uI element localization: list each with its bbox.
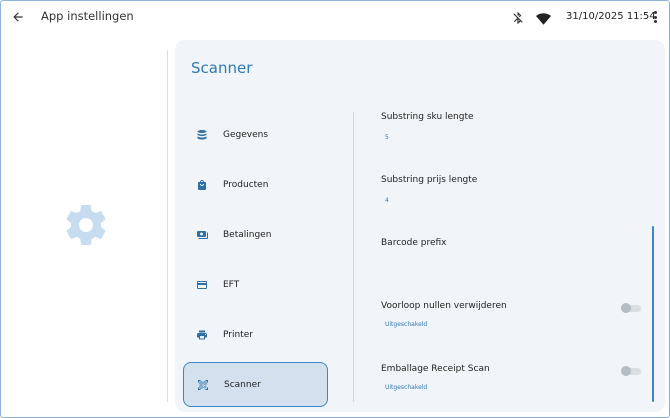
setting-value: 5 xyxy=(385,134,389,141)
nav-item-betalingen[interactable]: Betalingen xyxy=(183,212,328,257)
status-datetime: 31/10/2025 11:54 xyxy=(566,11,656,22)
setting-label: Substring prijs lengte xyxy=(381,175,478,185)
nav-item-label: EFT xyxy=(223,279,240,290)
settings-gear-icon xyxy=(62,201,110,249)
credit-card-icon xyxy=(195,278,209,292)
toggle-switch[interactable] xyxy=(621,303,641,313)
nav-item-gegevens[interactable]: Gegevens xyxy=(183,112,328,157)
nav-item-producten[interactable]: Producten xyxy=(183,162,328,207)
back-button[interactable] xyxy=(8,7,28,27)
setting-substring-prijs-lengte[interactable]: Substring prijs lengte 4 xyxy=(381,175,651,204)
toggle-switch[interactable] xyxy=(621,366,641,376)
nav-item-label: Gegevens xyxy=(223,129,269,140)
scrollbar[interactable] xyxy=(652,226,654,402)
nav-item-printer[interactable]: Printer xyxy=(183,312,328,357)
setting-label: Substring sku lengte xyxy=(381,112,474,122)
setting-label: Voorloop nullen verwijderen xyxy=(381,301,507,311)
payments-icon xyxy=(195,228,209,242)
wifi-icon xyxy=(536,10,551,26)
setting-value: Uitgeschakeld xyxy=(385,321,428,328)
page-title: App instellingen xyxy=(41,9,134,23)
column-divider xyxy=(353,112,354,402)
bluetooth-disabled-icon xyxy=(511,10,525,26)
setting-barcode-prefix[interactable]: Barcode prefix xyxy=(381,238,651,248)
nav-item-scanner[interactable]: Scanner xyxy=(183,362,328,407)
settings-card: Scanner Gegevens Producten Betalingen EF… xyxy=(175,40,665,412)
section-divider xyxy=(167,50,168,402)
nav-item-label: Scanner xyxy=(224,379,261,390)
more-vert-icon xyxy=(653,11,657,14)
setting-value: 4 xyxy=(385,197,389,204)
setting-value: Uitgeschakeld xyxy=(385,384,428,391)
setting-voorloop-nullen-verwijderen[interactable]: Voorloop nullen verwijderen Uitgeschakel… xyxy=(381,301,651,328)
setting-emballage-receipt-scan[interactable]: Emballage Receipt Scan Uitgeschakeld xyxy=(381,364,651,391)
setting-label: Emballage Receipt Scan xyxy=(381,364,490,374)
nav-item-label: Printer xyxy=(223,329,253,340)
printer-icon xyxy=(195,328,209,342)
nav-item-label: Betalingen xyxy=(223,229,272,240)
nav-item-label: Producten xyxy=(223,179,269,190)
setting-label: Barcode prefix xyxy=(381,238,447,248)
qr-code-scanner-icon xyxy=(196,378,210,392)
database-icon xyxy=(195,128,209,142)
arrow-left-icon xyxy=(13,12,23,22)
setting-substring-sku-lengte[interactable]: Substring sku lengte 5 xyxy=(381,112,651,141)
card-title: Scanner xyxy=(191,59,253,77)
app-bar: App instellingen 31/10/2025 11:54 xyxy=(0,0,670,34)
shopping-bag-icon xyxy=(195,178,209,192)
nav-item-eft[interactable]: EFT xyxy=(183,262,328,307)
more-menu-button[interactable] xyxy=(648,9,662,25)
